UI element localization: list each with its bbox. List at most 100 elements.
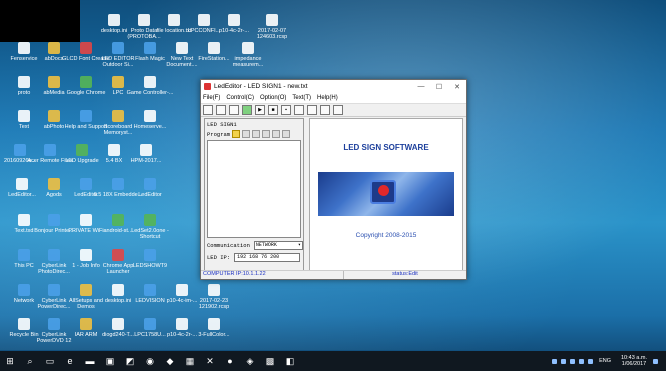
- file-icon: [44, 144, 56, 156]
- communication-select[interactable]: NETWORK: [253, 241, 303, 250]
- file-explorer-icon[interactable]: ▬: [84, 355, 96, 367]
- desktop-icon[interactable]: 2017-02-23 121902.rcsp: [188, 284, 240, 310]
- app-icon-1[interactable]: ◆: [164, 355, 176, 367]
- close-icon[interactable]: ✕: [448, 83, 466, 91]
- desktop-icon-label: p10-4c-2r-...: [219, 28, 249, 34]
- photos-icon[interactable]: ◩: [124, 355, 136, 367]
- menu-text[interactable]: Text(T): [292, 95, 311, 101]
- edit-icon[interactable]: [333, 105, 343, 115]
- app-icon-3[interactable]: ●: [224, 355, 236, 367]
- tray-icon[interactable]: [570, 358, 576, 364]
- save-icon[interactable]: [229, 105, 239, 115]
- desktop-icon[interactable]: Game Controller-...: [124, 76, 176, 96]
- move-up-icon[interactable]: [272, 130, 281, 138]
- paste-icon[interactable]: [252, 130, 261, 138]
- status-ip: COMPUTER IP:10.1.1.22: [203, 271, 266, 277]
- led-ip-field[interactable]: 192 168 76 200: [234, 253, 301, 262]
- file-icon: [112, 284, 124, 296]
- splash-panel: LED SIGN SOFTWARE Copyright 2008-2015: [309, 118, 463, 272]
- desktop-icon[interactable]: impedance measurem...: [222, 42, 274, 68]
- store-icon[interactable]: ▣: [104, 355, 116, 367]
- program-label: Program: [207, 130, 231, 138]
- led-editor-window[interactable]: LedEditor - LED SIGN1 - new.txt — ☐ ✕ Fi…: [200, 79, 467, 280]
- desktop-icon-label: Game Controller-...: [126, 90, 174, 96]
- clock[interactable]: 10:43 a.m. 1/06/2017: [621, 355, 647, 368]
- file-icon: [176, 318, 188, 330]
- move-down-icon[interactable]: [282, 130, 291, 138]
- notifications-icon[interactable]: [653, 358, 658, 364]
- file-icon: [80, 42, 92, 54]
- desktop-icon-label: Homeserve...: [133, 124, 167, 130]
- play-icon[interactable]: ▶: [255, 105, 265, 115]
- tray-icon[interactable]: [561, 358, 567, 364]
- file-icon: [144, 178, 156, 190]
- tray-icon[interactable]: [552, 358, 558, 364]
- desktop-icon-label: 3-FullColor...: [198, 332, 230, 338]
- app-icon-2[interactable]: ▦: [184, 355, 196, 367]
- tools-icon[interactable]: ✕: [204, 355, 216, 367]
- program-row: Program: [205, 130, 303, 138]
- led-ip-row: LED IP: 192 168 76 200: [207, 253, 301, 262]
- app-icon: [204, 83, 211, 90]
- menu-option[interactable]: Option(O): [260, 95, 286, 101]
- task-view-icon[interactable]: ▭: [44, 355, 56, 367]
- file-icon: [80, 178, 92, 190]
- file-icon: [208, 318, 220, 330]
- new-file-icon[interactable]: [203, 105, 213, 115]
- settings-icon[interactable]: [320, 105, 330, 115]
- minimize-icon[interactable]: —: [412, 83, 430, 90]
- file-icon: [80, 318, 92, 330]
- panel-label: LED SIGN1: [207, 121, 237, 128]
- pause-icon[interactable]: ▪: [281, 105, 291, 115]
- file-icon: [48, 249, 60, 261]
- volume-icon[interactable]: [588, 358, 594, 364]
- menu-help[interactable]: Help(H): [317, 95, 338, 101]
- file-icon: [242, 42, 254, 54]
- led-editor-taskbar-icon[interactable]: ▩: [264, 355, 276, 367]
- taskbar: ⊞ ⌕ ▭ e ▬ ▣ ◩ ◉ ◆ ▦ ✕ ● ◈ ▩ ◧ ENG 10:43 …: [0, 351, 666, 371]
- network-icon[interactable]: [579, 358, 585, 364]
- title-bar[interactable]: LedEditor - LED SIGN1 - new.txt — ☐ ✕: [201, 80, 466, 93]
- menu-bar: File(F) Control(C) Option(O) Text(T) Hel…: [201, 93, 466, 104]
- search-icon[interactable]: [294, 105, 304, 115]
- file-icon: [112, 110, 124, 122]
- desktop-icon-label: 2017-02-07 124603.rcsp: [256, 28, 288, 40]
- maximize-icon[interactable]: ☐: [430, 83, 448, 91]
- toolbar: ▶ ■ ▪: [201, 104, 466, 117]
- file-icon: [140, 144, 152, 156]
- app-icon-4[interactable]: ◈: [244, 355, 256, 367]
- desktop-icon[interactable]: LedEditor: [124, 178, 176, 198]
- desktop-icon[interactable]: 2017-02-07 124603.rcsp: [246, 14, 298, 40]
- desktop-icon[interactable]: LedSet2.0one - Shortcut: [124, 214, 176, 240]
- search-icon[interactable]: ⌕: [24, 355, 36, 367]
- file-icon: [266, 14, 278, 26]
- desktop-icon[interactable]: 3-FullColor...: [188, 318, 240, 338]
- desktop-icon-label: impedance measurem...: [232, 56, 264, 68]
- screen-icon[interactable]: [242, 105, 252, 115]
- file-icon: [112, 42, 124, 54]
- menu-control[interactable]: Control(C): [226, 95, 254, 101]
- clock-date: 1/06/2017: [621, 361, 647, 367]
- copy-icon[interactable]: [242, 130, 251, 138]
- file-icon: [80, 284, 92, 296]
- send-icon[interactable]: [307, 105, 317, 115]
- file-icon: [144, 318, 156, 330]
- app-icon-5[interactable]: ◧: [284, 355, 296, 367]
- copyright-text: Copyright 2008-2015: [355, 232, 417, 239]
- file-icon: [76, 144, 88, 156]
- led-ip-label: LED IP:: [207, 254, 231, 261]
- menu-file[interactable]: File(F): [203, 95, 220, 101]
- desktop-icon[interactable]: LEDSHOWT9: [124, 249, 176, 269]
- add-program-icon[interactable]: [232, 130, 241, 138]
- delete-icon[interactable]: [262, 130, 271, 138]
- stop-icon[interactable]: ■: [268, 105, 278, 115]
- desktop-icon-label: HPM-2017...: [130, 158, 162, 164]
- edge-browser-icon[interactable]: e: [64, 355, 76, 367]
- open-folder-icon[interactable]: [216, 105, 226, 115]
- start-windows-icon[interactable]: ⊞: [4, 355, 16, 367]
- program-list[interactable]: [207, 140, 301, 238]
- chrome-icon[interactable]: ◉: [144, 355, 156, 367]
- desktop-icon[interactable]: Homeserve...: [124, 110, 176, 130]
- desktop-icon[interactable]: HPM-2017...: [120, 144, 172, 164]
- language-indicator[interactable]: ENG: [599, 358, 611, 364]
